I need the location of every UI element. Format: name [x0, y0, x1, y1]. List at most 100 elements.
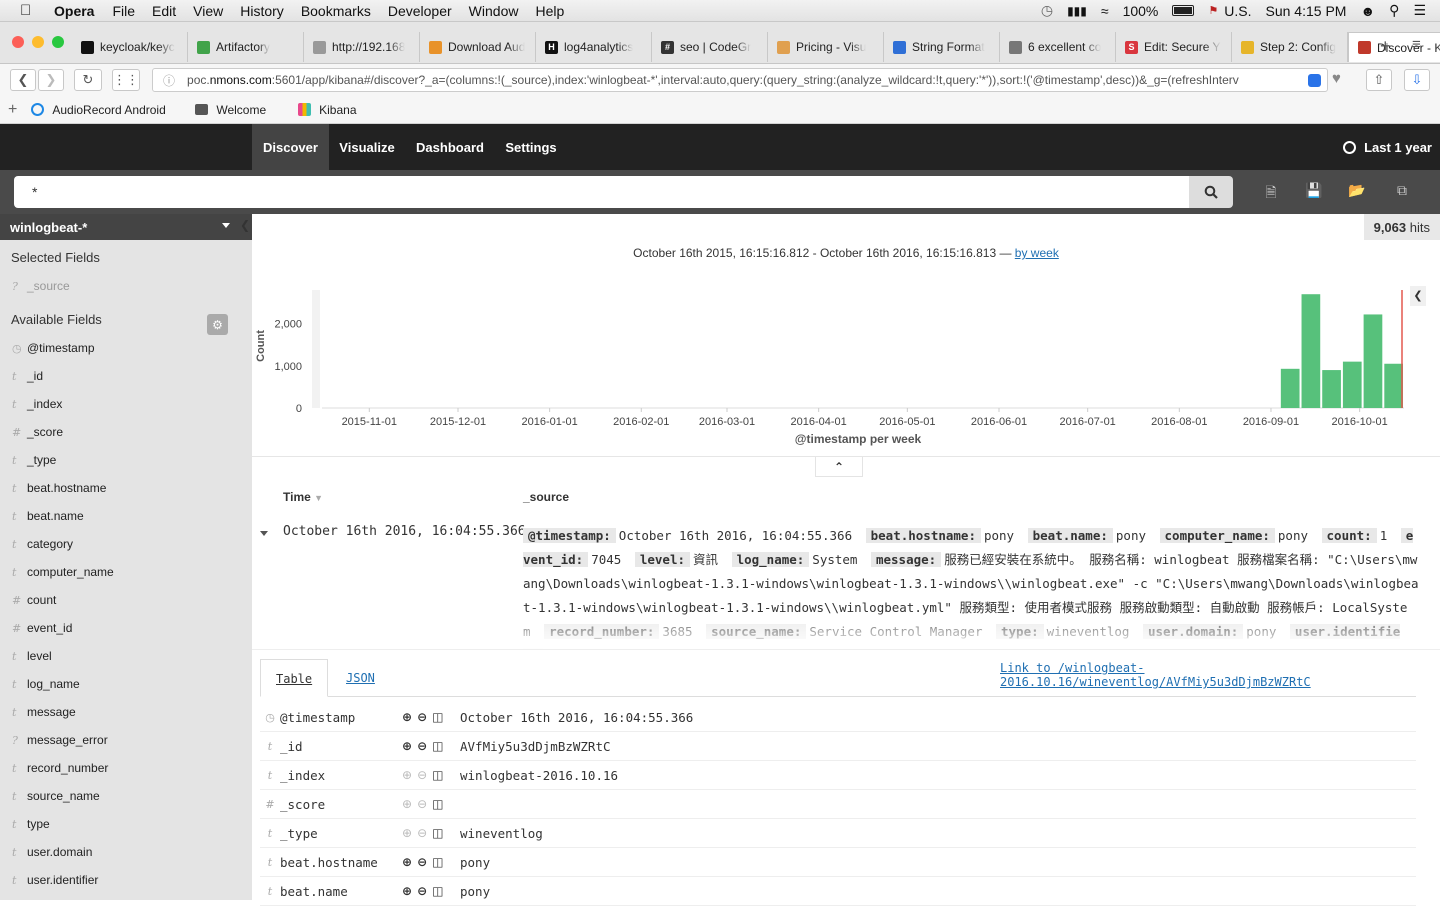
time-column-header[interactable]: Time ▼	[283, 490, 323, 504]
tab-settings[interactable]: Settings	[495, 124, 567, 170]
sort-desc-icon[interactable]: ▼	[314, 493, 323, 503]
index-pattern-selector[interactable]: winlogbeat-*	[0, 214, 252, 240]
forward-button[interactable]: ❯	[38, 69, 64, 91]
browser-tab[interactable]: # seo | CodeGr	[652, 32, 768, 62]
document-link[interactable]: Link to /winlogbeat-2016.10.16/wineventl…	[1000, 661, 1440, 689]
zoom-window-button[interactable]	[52, 36, 64, 48]
battery-status-icon[interactable]: ▮▮▮	[1067, 4, 1087, 18]
filter-for-value-icon[interactable]: ⊕	[402, 710, 412, 724]
add-bookmark-plus-icon[interactable]: +	[8, 101, 17, 119]
bookmark-heart-icon[interactable]: ♥	[1332, 70, 1341, 87]
menu-view[interactable]: View	[193, 3, 223, 19]
tab-dashboard[interactable]: Dashboard	[405, 124, 495, 170]
histogram-bar[interactable]	[1301, 294, 1321, 408]
menu-history[interactable]: History	[240, 3, 284, 19]
histogram-bar[interactable]	[1384, 363, 1403, 408]
interval-link[interactable]: by week	[1015, 246, 1059, 260]
browser-tab[interactable]: S Edit: Secure Y	[1116, 32, 1232, 62]
share-button[interactable]: ⇧	[1366, 69, 1392, 91]
toggle-column-icon[interactable]: ◫	[432, 710, 443, 724]
wifi-icon[interactable]: ≈	[1101, 3, 1109, 19]
histogram-bar[interactable]	[1280, 368, 1300, 408]
field-item-id[interactable]: t _id	[0, 362, 252, 390]
browser-tab[interactable]: 6 excellent co	[1000, 32, 1116, 62]
open-search-icon[interactable]: 📂	[1348, 182, 1365, 200]
new-search-icon[interactable]: 🗎	[1263, 182, 1279, 200]
filter-for-value-icon[interactable]: ⊕	[402, 739, 412, 753]
field-item-timestamp[interactable]: ◷ @timestamp	[0, 334, 252, 362]
histogram-bar[interactable]	[1322, 370, 1341, 408]
menu-opera[interactable]: Opera	[54, 3, 94, 19]
menu-bookmarks[interactable]: Bookmarks	[301, 3, 371, 19]
menu-window[interactable]: Window	[469, 3, 519, 19]
filter-for-value-icon[interactable]: ⊕	[402, 855, 412, 869]
spotlight-search-icon[interactable]: ⚲	[1389, 2, 1399, 19]
address-bar[interactable]: ⓘ poc. nmons.com:5601/app/kibana#/discove…	[152, 68, 1328, 92]
minimize-window-button[interactable]	[32, 36, 44, 48]
filter-out-value-icon[interactable]: ⊖	[417, 826, 427, 840]
browser-tab[interactable]: Discover - Kib	[1348, 32, 1440, 62]
field-item-beat-hostname[interactable]: t beat.hostname	[0, 474, 252, 502]
bookmark-welcome[interactable]: Welcome	[195, 103, 266, 117]
filter-out-value-icon[interactable]: ⊖	[417, 768, 427, 782]
browser-tab[interactable]: Step 2: Config	[1232, 32, 1348, 62]
filter-for-value-icon[interactable]: ⊕	[402, 884, 412, 898]
menu-edit[interactable]: Edit	[152, 3, 176, 19]
save-search-icon[interactable]: 💾	[1305, 182, 1322, 200]
bookmark-kibana[interactable]: Kibana	[298, 103, 357, 117]
site-info-icon[interactable]: ⓘ	[163, 72, 175, 89]
bookmark-audiorecord[interactable]: AudioRecord Android	[31, 103, 171, 117]
tab-visualize[interactable]: Visualize	[329, 124, 405, 170]
toggle-column-icon[interactable]: ◫	[432, 884, 443, 898]
field-item-log-name[interactable]: t log_name	[0, 670, 252, 698]
field-item-level[interactable]: t level	[0, 642, 252, 670]
browser-tab[interactable]: Artifactory	[188, 32, 304, 62]
field-item-type[interactable]: t type	[0, 810, 252, 838]
toggle-chart-button[interactable]: ⌃	[815, 457, 863, 477]
filter-for-value-icon[interactable]: ⊕	[402, 826, 412, 840]
new-tab-plus-icon[interactable]: +	[1380, 36, 1391, 57]
histogram-bar[interactable]	[1342, 361, 1362, 408]
toggle-column-icon[interactable]: ◫	[432, 826, 443, 840]
search-button[interactable]	[1189, 176, 1233, 208]
close-window-button[interactable]	[12, 36, 24, 48]
field-item-category[interactable]: t category	[0, 530, 252, 558]
filter-for-value-icon[interactable]: ⊕	[402, 768, 412, 782]
share-search-icon[interactable]: ⧉	[1394, 182, 1410, 200]
expand-caret-icon[interactable]	[260, 531, 268, 536]
field-item-user-identifier[interactable]: t user.identifier	[0, 866, 252, 894]
field-item-source-name[interactable]: t source_name	[0, 782, 252, 810]
field-item-type[interactable]: t _type	[0, 446, 252, 474]
collapse-sidebar-icon[interactable]: ❮	[240, 218, 252, 238]
field-item-record-number[interactable]: t record_number	[0, 754, 252, 782]
download-button[interactable]: ⇩	[1404, 69, 1430, 91]
filter-out-value-icon[interactable]: ⊖	[417, 797, 427, 811]
filter-out-value-icon[interactable]: ⊖	[417, 855, 427, 869]
menu-help[interactable]: Help	[535, 3, 564, 19]
notification-center-icon[interactable]: ☰	[1413, 2, 1426, 19]
toggle-column-icon[interactable]: ◫	[432, 768, 443, 782]
field-item-user-domain[interactable]: t user.domain	[0, 838, 252, 866]
battery-icon[interactable]	[1172, 5, 1195, 16]
field-item-computer-name[interactable]: t computer_name	[0, 558, 252, 586]
filter-out-value-icon[interactable]: ⊖	[417, 739, 427, 753]
tab-discover[interactable]: Discover	[252, 124, 329, 170]
user-icon[interactable]: ☻	[1360, 3, 1375, 19]
extension-shield-icon[interactable]	[1308, 74, 1321, 87]
filter-for-value-icon[interactable]: ⊕	[402, 797, 412, 811]
browser-tab[interactable]: Hlog4analytics	[536, 32, 652, 62]
field-item-message-error[interactable]: ? message_error	[0, 726, 252, 754]
toggle-column-icon[interactable]: ◫	[432, 739, 443, 753]
time-machine-icon[interactable]: ◷	[1041, 2, 1053, 19]
toggle-column-icon[interactable]: ◫	[432, 797, 443, 811]
battery-percent[interactable]: 100%	[1123, 3, 1159, 19]
search-input[interactable]: *	[14, 176, 1189, 208]
apple-icon[interactable]: 	[20, 2, 40, 19]
tab-table[interactable]: Table	[260, 659, 329, 697]
field-item-index[interactable]: t _index	[0, 390, 252, 418]
tab-json[interactable]: JSON	[331, 659, 390, 697]
field-item-message[interactable]: t message	[0, 698, 252, 726]
tab-menu-icon[interactable]: ≡	[1412, 36, 1421, 53]
browser-tab[interactable]: http://192.168	[304, 32, 420, 62]
gear-icon[interactable]: ⚙	[207, 314, 228, 335]
